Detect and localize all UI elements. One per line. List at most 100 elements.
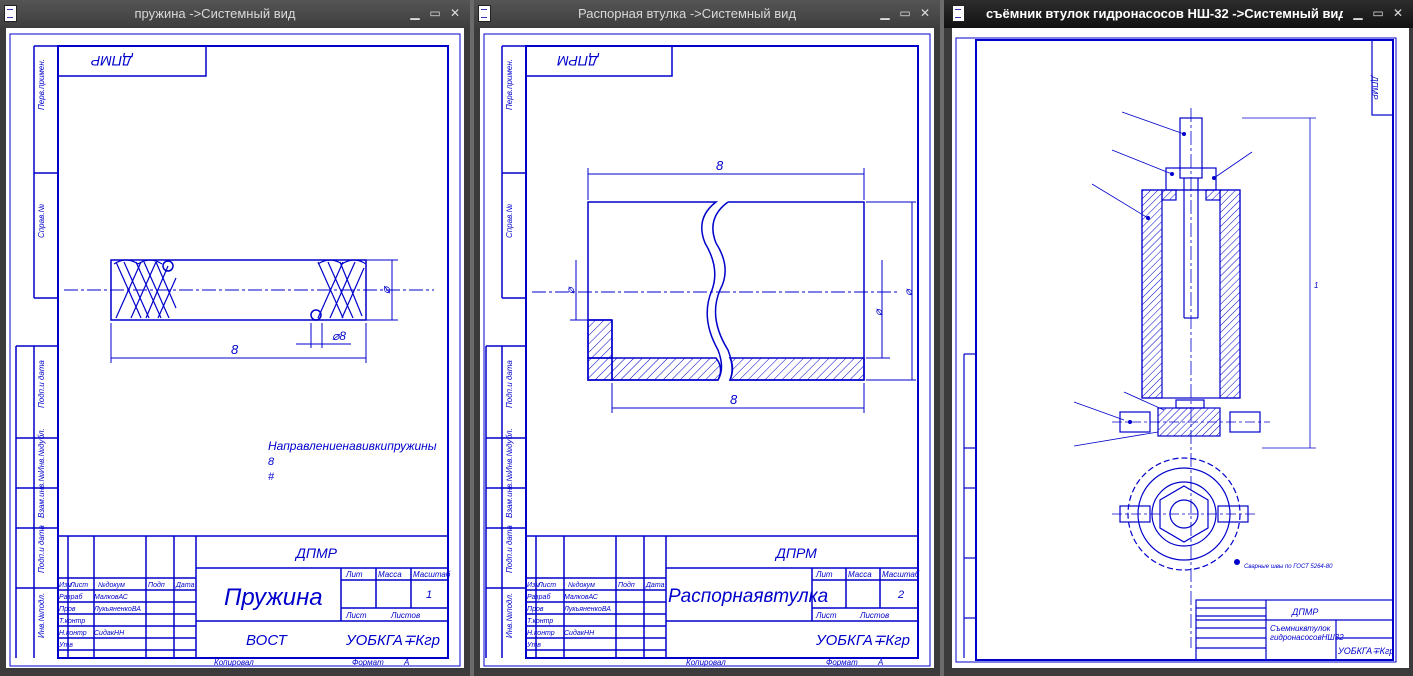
dim-height: 1 [1314,281,1318,290]
tb-lit: Лит [345,570,363,579]
tb-name-line1: Съемниквтулок [1270,624,1332,633]
close-icon[interactable]: ✕ [1389,4,1407,22]
side-label: Подп.и дата [37,360,46,408]
maximize-icon[interactable]: ▭ [1369,4,1387,22]
tb-row-name: МалковАС [564,594,599,601]
drawing-window-spring[interactable]: пружина ->Системный вид ▁ ▭ ✕ ДПМР Перв.… [0,0,470,676]
side-label: Подп.и дата [37,525,46,573]
side-label: Подп.и дата [505,360,514,408]
tb-row-sign: Подп [148,581,165,589]
tb-row-role: Н.контр [59,630,87,637]
dim-right-outer: ⌀ [903,288,915,296]
tb-mass: Масса [378,570,402,579]
tb-row-role: Утв [526,642,541,649]
side-label: Взам.инв.№ [505,473,514,518]
drawing-window-bushing[interactable]: Распорная втулка ->Системный вид ▁ ▭ ✕ Д… [474,0,940,676]
weld-note: Сварные швы по ГОСТ 5264-80 [1244,564,1333,570]
tb-row-sign: Подп [618,581,635,589]
tb-row-doc: №докум [568,581,595,589]
drawing-canvas[interactable]: ДПМР Перв.примен. Справ.№ Подп.и дата Ин… [6,28,464,668]
tb-format-value: А [403,658,409,667]
tb-code: ДПРМ [774,545,817,561]
tb-org: УОБКГА∓Кгр [345,632,440,649]
document-icon [478,5,491,22]
dim-bottom: 8 [730,392,738,407]
tb-name: Пружина [224,584,323,611]
tb-row-name: СидакНН [564,629,595,637]
note-line: # [268,471,275,483]
side-label: Инв.№подл. [37,593,46,638]
side-label: Перв.примен. [37,59,46,110]
spring-drawing: ДПМР Перв.примен. Справ.№ Подп.и дата Ин… [9,33,461,667]
tb-format: Формат [826,658,858,667]
tb-row-role: Разраб [59,593,83,601]
side-label: Инв.№дубл. [37,428,46,473]
minimize-icon[interactable]: ▁ [876,4,894,22]
tb-row-name: ЛукьяненкоВА [563,606,611,613]
document-icon [4,5,17,22]
close-icon[interactable]: ✕ [446,4,464,22]
tb-lit: Лит [815,570,833,579]
tb-copied: Копировал [214,658,254,667]
side-label: Подп.и дата [505,525,514,573]
side-label: Справ.№ [505,204,514,238]
tb-row-role: Т.контр [527,618,553,625]
window-title: Распорная втулка ->Системный вид [577,6,797,21]
tb-org: УОБКГА∓Кгр [1337,646,1394,656]
window-titlebar[interactable]: пружина ->Системный вид ▁ ▭ ✕ [0,0,470,28]
tb-code: ДПМР [1291,607,1318,617]
tb-name-line2: гидронасосовНШ32 [1270,633,1344,642]
puller-assembly-drawing: ДПМР 1 Сварные швы по ГОСТ 5264-80 ДПМР … [955,37,1397,663]
tb-row-date: Дата [175,582,195,589]
window-titlebar[interactable]: съёмник втулок гидронасосов НШ-32 ->Сист… [944,0,1413,28]
tb-row-name: МалковАС [94,594,129,601]
tb-sheet-total: 1 [426,589,432,601]
minimize-icon[interactable]: ▁ [1349,4,1367,22]
window-title: пружина ->Системный вид [134,6,296,21]
tb-row-role: Пров [527,606,544,613]
tb-scale: Масштаб [413,570,451,579]
tb-copied: Копировал [686,658,726,667]
tb-material: ВОСТ [246,632,289,649]
dim-left: ⌀ [565,286,577,294]
tb-mass: Масса [848,570,872,579]
tb-row-role: Пров [59,606,76,613]
minimize-icon[interactable]: ▁ [406,4,424,22]
dim-diameter: ⌀ [379,285,393,294]
tb-format: Формат [352,658,384,667]
side-label: Взам.инв.№ [37,473,46,518]
drawing-window-puller[interactable]: съёмник втулок гидронасосов НШ-32 ->Сист… [944,0,1413,676]
side-label: Инв.№подл. [505,593,514,638]
tb-sheet: Лист [345,611,367,620]
dim-top: 8 [716,158,724,173]
maximize-icon[interactable]: ▭ [896,4,914,22]
dim-right-inner: ⌀ [873,308,885,316]
window-titlebar[interactable]: Распорная втулка ->Системный вид ▁ ▭ ✕ [474,0,940,28]
tb-sheets: Листов [859,611,889,620]
side-label: Инв.№дубл. [505,428,514,473]
maximize-icon[interactable]: ▭ [426,4,444,22]
tb-row-name: Лист [69,582,88,589]
tb-name: Распорнаявтулка [668,586,828,607]
bushing-drawing: ДПРМ Перв.примен. Справ.№ Подп.и дата Ин… [483,33,931,667]
tb-format-value: А [877,658,883,667]
tb-row-doc: №докум [98,581,125,589]
top-stamp: ДПМР [90,53,134,69]
tb-sheet-total: 2 [897,589,904,601]
tb-row-role: Н.контр [527,630,555,637]
tb-row-role: Утв [58,642,73,649]
tb-row-role: Разраб [527,593,551,601]
tb-org: УОБКГА∓Кгр [815,632,910,649]
tb-row-name: Лист [537,582,556,589]
note-line: 8 [268,456,275,468]
close-icon[interactable]: ✕ [916,4,934,22]
top-stamp: ДПРМ [557,53,600,69]
tb-row-name: ЛукьяненкоВА [93,606,141,613]
drawing-canvas[interactable]: ДПРМ Перв.примен. Справ.№ Подп.и дата Ин… [480,28,934,668]
drawing-canvas[interactable]: ДПМР 1 Сварные швы по ГОСТ 5264-80 ДПМР … [952,28,1409,668]
dim-length: 8 [231,342,239,357]
note-title: Направлениенавивкипружины [268,439,437,453]
tb-row-date: Дата [645,582,665,589]
dim-wire: ⌀8 [332,329,346,343]
top-stamp: ДПМР [1370,75,1379,100]
